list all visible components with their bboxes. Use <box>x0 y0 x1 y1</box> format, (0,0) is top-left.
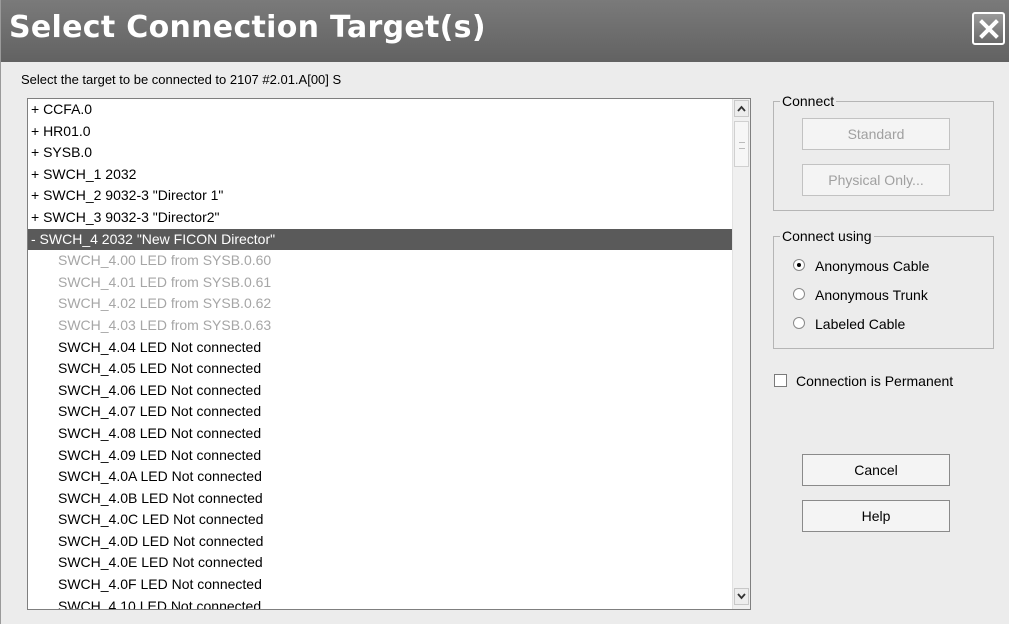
dialog-title: Select Connection Target(s) <box>9 10 486 45</box>
list-item[interactable]: SWCH_4.0E LED Not connected <box>28 552 734 574</box>
tree-node[interactable]: + HR01.0 <box>28 121 734 143</box>
scroll-up-button[interactable] <box>734 100 749 117</box>
list-item[interactable]: SWCH_4.0B LED Not connected <box>28 488 734 510</box>
list-item[interactable]: SWCH_4.03 LED from SYSB.0.63 <box>28 315 734 337</box>
close-button[interactable] <box>972 12 1005 45</box>
list-item[interactable]: SWCH_4.10 LED Not connected <box>28 596 734 609</box>
connect-using-group-label: Connect using <box>780 228 874 244</box>
tree-node[interactable]: + SYSB.0 <box>28 142 734 164</box>
scroll-thumb[interactable] <box>734 121 749 167</box>
target-listbox[interactable]: + CCFA.0 + HR01.0 + SYSB.0 + SWCH_1 2032 + S… <box>27 98 751 610</box>
connect-group-label: Connect <box>780 93 837 109</box>
tree-node[interactable]: + SWCH_3 9032-3 "Director2" <box>28 207 734 229</box>
tree-node[interactable]: + SWCH_1 2032 <box>28 164 734 186</box>
radio-indicator[interactable] <box>793 259 805 271</box>
list-item[interactable]: SWCH_4.02 LED from SYSB.0.62 <box>28 293 734 315</box>
close-icon <box>979 19 999 39</box>
radio-label: Labeled Cable <box>815 316 906 332</box>
dialog-window: Select Connection Target(s) Select the t… <box>0 0 1009 624</box>
radio-indicator[interactable] <box>793 317 805 329</box>
list-item[interactable]: SWCH_4.07 LED Not connected <box>28 401 734 423</box>
chevron-up-icon <box>737 105 746 112</box>
list-item[interactable]: SWCH_4.04 LED Not connected <box>28 337 734 359</box>
list-item[interactable]: SWCH_4.00 LED from SYSB.0.60 <box>28 250 734 272</box>
tree-node[interactable]: - SWCH_4 2032 "New FICON Director" <box>28 228 734 251</box>
list-item[interactable]: SWCH_4.08 LED Not connected <box>28 423 734 445</box>
vertical-scrollbar[interactable] <box>732 99 750 609</box>
list-item[interactable]: SWCH_4.09 LED Not connected <box>28 445 734 467</box>
target-list: + CCFA.0 + HR01.0 + SYSB.0 + SWCH_1 2032 + S… <box>28 99 734 609</box>
checkbox-label: Connection is Permanent <box>796 373 954 389</box>
help-button[interactable]: Help <box>802 500 950 532</box>
list-item[interactable]: SWCH_4.0C LED Not connected <box>28 509 734 531</box>
standard-button[interactable]: Standard <box>802 118 950 150</box>
list-item[interactable]: SWCH_4.01 LED from SYSB.0.61 <box>28 272 734 294</box>
list-item[interactable]: SWCH_4.05 LED Not connected <box>28 358 734 380</box>
tree-node[interactable]: + SWCH_2 9032-3 "Director 1" <box>28 185 734 207</box>
radio-label: Anonymous Trunk <box>815 287 928 303</box>
tree-node[interactable]: + CCFA.0 <box>28 99 734 121</box>
list-item[interactable]: SWCH_4.0D LED Not connected <box>28 531 734 553</box>
physical-only-button[interactable]: Physical Only... <box>802 164 950 196</box>
scroll-down-button[interactable] <box>734 588 749 605</box>
list-item[interactable]: SWCH_4.0A LED Not connected <box>28 466 734 488</box>
chevron-down-icon <box>737 593 746 600</box>
list-item[interactable]: SWCH_4.0F LED Not connected <box>28 574 734 596</box>
title-bar[interactable]: Select Connection Target(s) <box>1 0 1009 62</box>
radio-label: Anonymous Cable <box>815 258 930 274</box>
list-item[interactable]: SWCH_4.06 LED Not connected <box>28 380 734 402</box>
instruction-text: Select the target to be connected to 210… <box>21 72 342 87</box>
cancel-button[interactable]: Cancel <box>802 454 950 486</box>
radio-indicator[interactable] <box>793 288 805 300</box>
checkbox-box[interactable] <box>774 374 787 387</box>
